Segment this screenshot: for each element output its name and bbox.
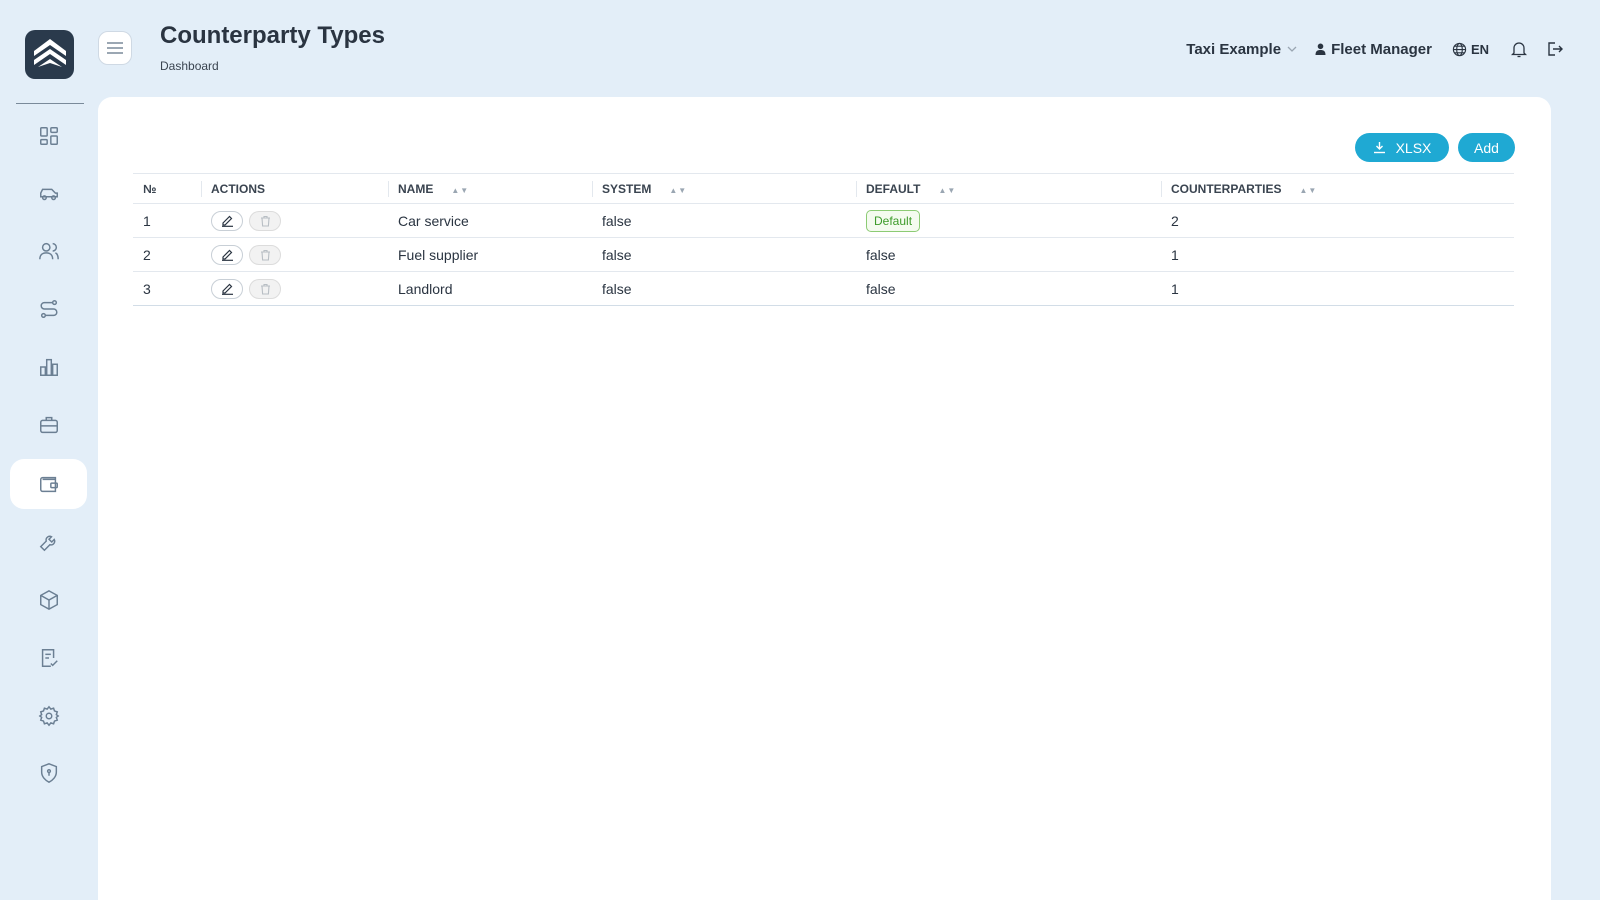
trash-icon	[260, 249, 270, 261]
page-title: Counterparty Types	[160, 22, 385, 49]
row-system: false	[592, 203, 856, 238]
globe-icon	[1452, 42, 1467, 56]
trash-icon	[260, 283, 270, 295]
edit-button[interactable]	[211, 210, 243, 231]
users-icon	[38, 242, 59, 260]
sort-icon[interactable]: ▲▼	[669, 186, 687, 195]
delete-button[interactable]	[249, 278, 281, 299]
default-badge: Default	[866, 209, 921, 232]
column-header-system[interactable]: SYSTEM ▲▼	[592, 174, 856, 204]
row-name: Landlord	[388, 271, 592, 306]
sidebar-item-inventory[interactable]	[10, 575, 87, 625]
bar-chart-icon	[39, 358, 58, 376]
sidebar-item-finance[interactable]	[10, 459, 87, 509]
user-menu[interactable]: Fleet Manager	[1315, 41, 1432, 58]
row-number: 1	[133, 203, 201, 238]
row-counterparties: 1	[1161, 237, 1514, 272]
table-toolbar: XLSX Add	[1355, 133, 1515, 162]
sort-icon[interactable]: ▲▼	[1299, 186, 1317, 195]
sidebar-item-drivers[interactable]	[10, 226, 87, 276]
delete-button[interactable]	[249, 210, 281, 231]
route-icon	[40, 300, 57, 318]
row-default: false	[856, 271, 1161, 306]
logout-icon	[1548, 42, 1563, 56]
sidebar-divider	[16, 103, 84, 104]
logo-icon	[33, 38, 66, 67]
chevron-down-icon	[1287, 46, 1297, 52]
header-actions: Taxi Example Fleet Manager EN	[1186, 38, 1564, 60]
menu-toggle-button[interactable]	[98, 31, 132, 65]
bell-icon	[1511, 42, 1527, 58]
dashboard-icon	[39, 127, 58, 145]
row-number: 2	[133, 237, 201, 272]
table-row: 1 Car service false Default 2	[133, 203, 1514, 238]
pencil-icon	[221, 283, 233, 295]
hamburger-icon	[107, 42, 123, 54]
content-card: XLSX Add № ACTIONS NAME ▲▼ SYSTEM ▲▼ DEFAU…	[98, 97, 1551, 900]
edit-button[interactable]	[211, 244, 243, 265]
wallet-icon	[39, 476, 58, 493]
notifications-button[interactable]	[1511, 40, 1527, 58]
pencil-icon	[221, 249, 233, 261]
sidebar-item-dashboard[interactable]	[10, 111, 87, 161]
row-counterparties: 2	[1161, 203, 1514, 238]
sort-icon[interactable]: ▲▼	[938, 186, 956, 195]
company-selector[interactable]: Taxi Example	[1186, 41, 1297, 58]
sidebar-item-maintenance[interactable]	[10, 517, 87, 567]
column-header-number: №	[143, 181, 157, 196]
row-name: Car service	[388, 203, 592, 238]
breadcrumb[interactable]: Dashboard	[160, 59, 219, 73]
column-header-counterparties[interactable]: COUNTERPARTIES ▲▼	[1161, 174, 1514, 204]
gear-icon	[38, 705, 59, 727]
export-xlsx-button[interactable]: XLSX	[1355, 133, 1449, 162]
table-row: 2 Fuel supplier false false 1	[133, 237, 1514, 272]
pencil-icon	[221, 215, 233, 227]
row-system: false	[592, 237, 856, 272]
sidebar-item-routes[interactable]	[10, 284, 87, 334]
row-default: Default	[856, 203, 1161, 238]
briefcase-icon	[39, 416, 58, 434]
shield-icon	[40, 763, 57, 783]
column-header-default[interactable]: DEFAULT ▲▼	[856, 174, 1161, 204]
sidebar-item-reports[interactable]	[10, 342, 87, 392]
row-number: 3	[133, 271, 201, 306]
row-actions	[201, 237, 388, 272]
logout-button[interactable]	[1547, 41, 1564, 57]
row-system: false	[592, 271, 856, 306]
sidebar-item-settings[interactable]	[10, 691, 87, 741]
row-counterparties: 1	[1161, 271, 1514, 306]
edit-button[interactable]	[211, 278, 243, 299]
row-name: Fuel supplier	[388, 237, 592, 272]
sidebar-item-tasks[interactable]	[10, 633, 87, 683]
sidebar	[0, 0, 96, 900]
box-icon	[39, 589, 58, 611]
company-name: Taxi Example	[1186, 40, 1282, 58]
row-default: false	[856, 237, 1161, 272]
checklist-icon	[41, 649, 58, 667]
sidebar-item-business[interactable]	[10, 400, 87, 450]
language-selector[interactable]: EN	[1452, 42, 1489, 57]
delete-button[interactable]	[249, 244, 281, 265]
user-icon	[1315, 43, 1326, 55]
column-header-actions: ACTIONS	[201, 174, 388, 204]
language-code: EN	[1470, 41, 1489, 57]
app-logo[interactable]	[25, 30, 74, 79]
table-header-row: № ACTIONS NAME ▲▼ SYSTEM ▲▼ DEFAULT ▲▼ COUN…	[133, 173, 1514, 204]
table-row: 3 Landlord false false 1	[133, 271, 1514, 306]
add-button[interactable]: Add	[1458, 133, 1515, 162]
trash-icon	[260, 215, 270, 227]
counterparty-types-table: № ACTIONS NAME ▲▼ SYSTEM ▲▼ DEFAULT ▲▼ COUN…	[133, 173, 1514, 306]
download-icon	[1373, 142, 1385, 154]
row-actions	[201, 203, 388, 238]
user-name: Fleet Manager	[1331, 40, 1432, 58]
row-actions	[201, 271, 388, 306]
car-icon	[39, 188, 58, 201]
sidebar-item-security[interactable]	[10, 748, 87, 798]
column-header-name[interactable]: NAME ▲▼	[388, 174, 592, 204]
export-xlsx-label: XLSX	[1395, 139, 1432, 156]
sort-icon[interactable]: ▲▼	[451, 186, 469, 195]
sidebar-item-vehicles[interactable]	[10, 169, 87, 219]
wrench-icon	[39, 535, 55, 552]
